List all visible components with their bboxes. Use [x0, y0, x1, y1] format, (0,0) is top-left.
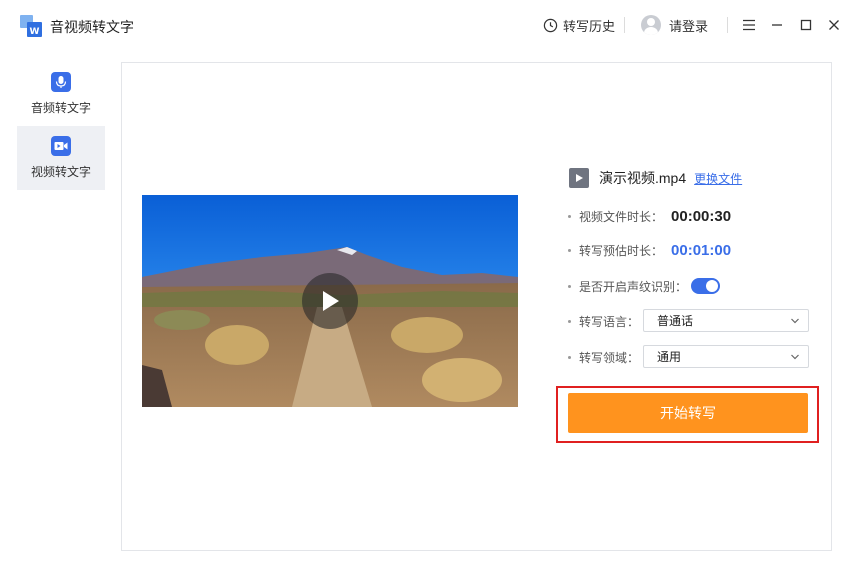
- duration-value: 00:00:30: [671, 208, 732, 225]
- maximize-button[interactable]: [797, 16, 815, 34]
- language-select[interactable]: 普通话: [643, 309, 809, 332]
- start-transcription-button[interactable]: 开始转写: [568, 393, 808, 433]
- chevron-down-icon: [791, 354, 799, 360]
- duration-label: 视频文件时长：: [579, 210, 664, 224]
- sidebar-item-label: 音频转文字: [30, 101, 91, 115]
- minimize-button[interactable]: [768, 16, 786, 34]
- close-icon: [829, 20, 839, 30]
- app-title: 音视频转文字: [50, 19, 134, 35]
- language-selected-value: 普通话: [657, 314, 694, 328]
- file-info-row: 演示视频.mp4 更换文件: [569, 168, 742, 188]
- video-file-icon: [569, 168, 589, 188]
- play-icon: [323, 291, 339, 311]
- history-label: 转写历史: [563, 19, 616, 34]
- domain-select[interactable]: 通用: [643, 345, 809, 368]
- estimate-row: 转写预估时长： 00:01:00: [568, 242, 731, 259]
- voiceprint-toggle[interactable]: [691, 278, 720, 294]
- domain-selected-value: 通用: [657, 350, 682, 364]
- header-divider: [727, 17, 728, 33]
- video-camera-icon: [51, 136, 71, 156]
- bullet-dot: [568, 320, 571, 323]
- sidebar: 音频转文字 视频转文字: [17, 62, 105, 190]
- sidebar-item-video-to-text[interactable]: 视频转文字: [17, 126, 105, 190]
- clock-icon: [543, 18, 558, 33]
- domain-row: 转写领域：: [568, 349, 639, 366]
- login-label: 请登录: [669, 18, 709, 34]
- bullet-dot: [568, 215, 571, 218]
- bullet-dot: [568, 285, 571, 288]
- minimize-icon: [772, 24, 782, 26]
- voiceprint-label: 是否开启声纹识别：: [579, 280, 688, 294]
- microphone-icon: [51, 72, 71, 92]
- app-logo-icon: W: [20, 15, 42, 37]
- bullet-dot: [568, 356, 571, 359]
- header-divider: [624, 17, 625, 33]
- duration-row: 视频文件时长： 00:00:30: [568, 208, 731, 225]
- bullet-dot: [568, 249, 571, 252]
- language-row: 转写语言：: [568, 313, 639, 330]
- language-label: 转写语言：: [579, 315, 640, 329]
- estimate-label: 转写预估时长：: [579, 244, 664, 258]
- login-button[interactable]: 请登录: [641, 15, 708, 35]
- sidebar-item-audio-to-text[interactable]: 音频转文字: [17, 62, 105, 126]
- maximize-icon: [800, 19, 812, 31]
- app-window: W 音视频转文字 转写历史 请登录 音频转文字 视频转文字 演示视频.mp4 更…: [0, 0, 862, 580]
- menu-button[interactable]: [740, 16, 758, 34]
- voiceprint-row: 是否开启声纹识别：: [568, 278, 687, 295]
- close-button[interactable]: [825, 16, 843, 34]
- avatar-icon: [641, 15, 661, 35]
- file-name: 演示视频.mp4: [599, 170, 687, 186]
- menu-icon: [743, 19, 755, 31]
- title-bar: W 音视频转文字 转写历史 请登录: [0, 0, 862, 52]
- history-button[interactable]: 转写历史: [543, 16, 615, 35]
- chevron-down-icon: [791, 318, 799, 324]
- svg-text:W: W: [30, 27, 40, 37]
- change-file-link[interactable]: 更换文件: [694, 170, 742, 187]
- estimate-value: 00:01:00: [671, 242, 732, 259]
- play-button[interactable]: [302, 273, 358, 329]
- sidebar-item-label: 视频转文字: [30, 165, 91, 179]
- domain-label: 转写领域：: [579, 351, 640, 365]
